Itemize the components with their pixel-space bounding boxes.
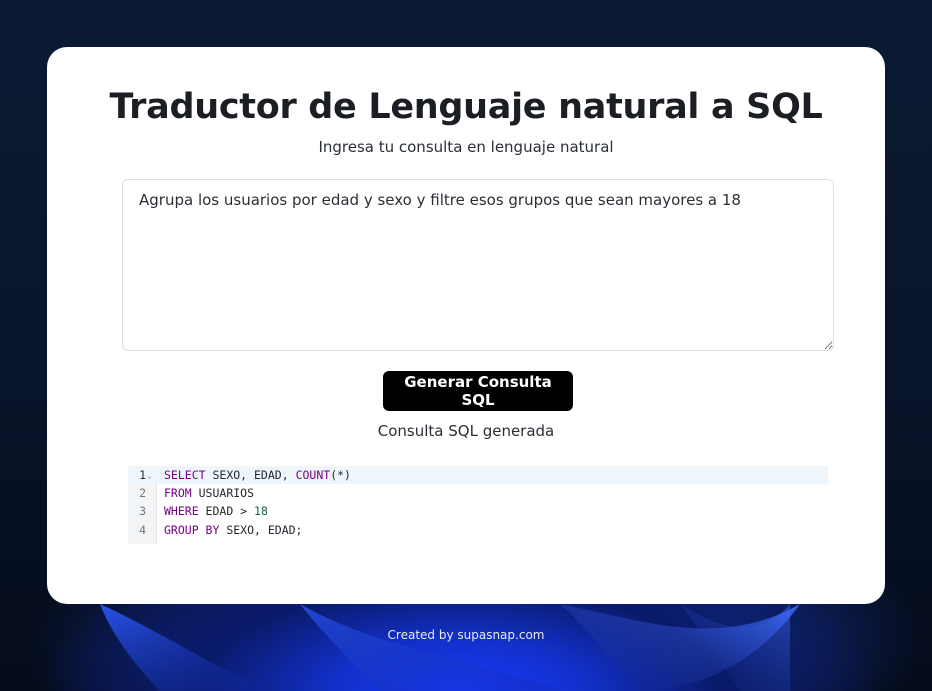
line-number: 1 (139, 468, 146, 482)
footer-credit: Created by supasnap.com (387, 628, 545, 642)
line-number: 3 (139, 504, 146, 518)
sql-code-editor[interactable]: 1 ⌄ SELECT SEXO, EDAD, COUNT(*) 2 FROM U… (128, 466, 828, 544)
code-line[interactable]: 3 WHERE EDAD > 18 (128, 502, 828, 520)
sql-keyword: GROUP BY (164, 523, 220, 537)
code-text: SELECT SEXO, EDAD, COUNT(*) (164, 466, 351, 484)
code-text: FROM USUARIOS (164, 484, 254, 502)
sql-text: SEXO, EDAD, (205, 468, 296, 482)
sql-text: EDAD > (198, 504, 255, 518)
sql-keyword: SELECT (164, 468, 206, 482)
page-subtitle: Ingresa tu consulta en lenguaje natural (318, 138, 614, 156)
code-line[interactable]: 2 FROM USUARIOS (128, 484, 828, 502)
sql-text: (*) (330, 468, 351, 482)
generate-sql-button[interactable]: Generar Consulta SQL (383, 371, 573, 411)
line-number: 4 (139, 523, 146, 537)
result-label: Consulta SQL generada (377, 422, 555, 440)
sql-keyword: FROM (164, 486, 192, 500)
sql-text: SEXO, EDAD; (219, 523, 303, 537)
page-title: Traductor de Lenguaje natural a SQL (109, 87, 823, 127)
natural-language-input[interactable]: Agrupa los usuarios por edad y sexo y fi… (122, 179, 834, 351)
main-card: Traductor de Lenguaje natural a SQL Ingr… (47, 47, 885, 604)
code-line[interactable]: 4 GROUP BY SEXO, EDAD; (128, 521, 828, 539)
sql-function: COUNT (295, 468, 331, 482)
sql-text: USUARIOS (191, 486, 255, 500)
code-line[interactable]: 1 ⌄ SELECT SEXO, EDAD, COUNT(*) (128, 466, 828, 484)
line-number: 2 (139, 486, 146, 500)
code-text: GROUP BY SEXO, EDAD; (164, 521, 302, 539)
sql-number: 18 (254, 504, 268, 518)
code-text: WHERE EDAD > 18 (164, 502, 268, 520)
fold-chevron-icon[interactable]: ⌄ (147, 467, 152, 485)
sql-keyword: WHERE (164, 504, 199, 518)
